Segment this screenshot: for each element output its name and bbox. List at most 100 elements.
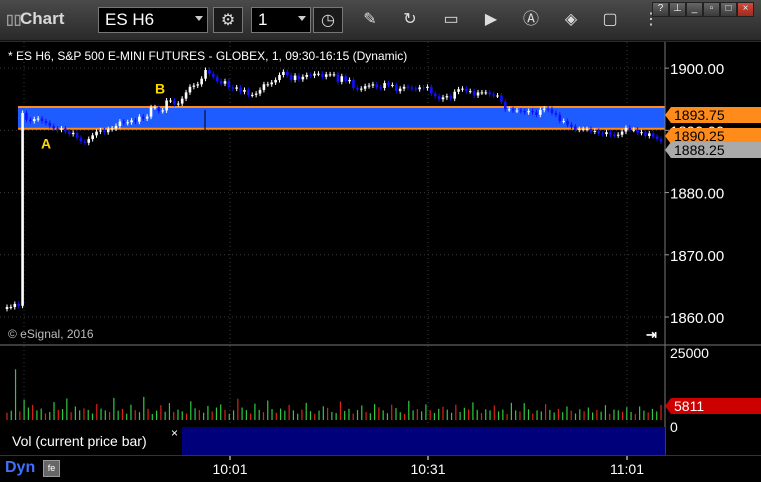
candle	[258, 89, 262, 94]
candle	[577, 129, 581, 131]
candle	[289, 74, 293, 80]
gear-icon: ⚙	[220, 12, 236, 29]
help-icon: ?	[657, 3, 664, 14]
candle	[21, 112, 24, 306]
trade-button[interactable]: ◈	[556, 7, 586, 33]
close-button[interactable]: ×	[737, 2, 754, 17]
alert-button[interactable]: Ⓐ	[516, 7, 546, 33]
time-template-button[interactable]: ◷	[313, 7, 343, 33]
candle	[437, 96, 441, 100]
candle	[648, 133, 651, 136]
play-button[interactable]: ▶	[476, 7, 506, 33]
candle	[453, 91, 456, 99]
candle	[344, 76, 347, 82]
volume-title-panel[interactable]: Vol (current price bar) ×	[0, 426, 665, 455]
candle	[52, 125, 56, 129]
quote-icon: ▭	[443, 11, 459, 28]
drag-handle-icon[interactable]: ▯▯	[6, 11, 21, 28]
candle	[356, 88, 359, 90]
maximize-button[interactable]: □	[720, 2, 737, 17]
interval-input[interactable]: 1	[251, 7, 311, 33]
candle	[17, 303, 20, 306]
quote-button[interactable]: ▭	[436, 7, 466, 33]
candle	[157, 107, 161, 112]
volume-tag: 5811	[665, 398, 761, 414]
candle	[507, 109, 511, 111]
help-button[interactable]: ?	[652, 2, 669, 17]
candle	[644, 132, 647, 136]
volume-title: Vol (current price bar)	[12, 433, 147, 449]
price-tick-label: 1880.00	[670, 186, 724, 203]
candle	[118, 121, 122, 126]
candle	[640, 132, 643, 134]
chat-button[interactable]: ▢	[595, 7, 625, 33]
candle	[445, 96, 449, 98]
link-settings-button[interactable]: ⚙	[213, 7, 243, 33]
candle	[254, 93, 258, 95]
candle	[616, 134, 620, 136]
candle	[472, 91, 476, 96]
candle	[262, 84, 266, 90]
candle	[297, 75, 301, 80]
candle	[651, 133, 655, 137]
candle	[87, 139, 91, 143]
candle	[628, 127, 632, 130]
candle	[231, 87, 235, 89]
chevron-down-icon[interactable]	[298, 16, 306, 21]
time-axis[interactable]: 10:01 10:31 11:01	[0, 456, 761, 482]
minimize-button[interactable]: _	[686, 2, 703, 17]
candle	[659, 139, 663, 142]
candle	[601, 133, 604, 135]
volume-tick-label: 0	[670, 419, 678, 435]
candle	[414, 88, 418, 90]
price-tick-label: 1860.00	[670, 310, 724, 327]
candle	[247, 89, 250, 95]
pin-button[interactable]: ⊥	[669, 2, 686, 17]
candle	[612, 134, 616, 136]
chart-svg[interactable]: * ES H6, S&P 500 E-MINI FUTURES - GLOBEX…	[0, 42, 761, 455]
candle	[32, 119, 36, 122]
candle	[149, 107, 153, 117]
chevron-down-icon[interactable]	[195, 16, 203, 21]
candle	[71, 132, 75, 135]
candle	[122, 121, 126, 123]
price-tick-label: 1900.00	[670, 61, 724, 78]
clock-icon: ◷	[321, 12, 335, 29]
candle	[457, 89, 460, 92]
candle	[484, 92, 488, 94]
refresh-button[interactable]: ↻	[395, 7, 425, 33]
candle	[527, 111, 530, 113]
scroll-to-end-button[interactable]: ⇥	[644, 326, 661, 342]
restore-button[interactable]: ▫	[703, 2, 720, 17]
draw-tool-button[interactable]: ✎	[355, 7, 385, 33]
chart-area[interactable]: * ES H6, S&P 500 E-MINI FUTURES - GLOBEX…	[0, 42, 761, 455]
candle	[243, 89, 246, 92]
volume-bars	[6, 369, 662, 420]
candle	[9, 307, 13, 309]
candle	[99, 130, 102, 132]
candle	[570, 124, 573, 127]
candle	[391, 84, 394, 86]
price-tag-current-text: 1888.25	[674, 142, 725, 158]
candle	[293, 75, 297, 80]
candle	[410, 87, 414, 89]
candle	[145, 116, 149, 119]
candle	[64, 128, 67, 132]
candle	[36, 118, 40, 120]
candle	[176, 103, 180, 105]
candles	[5, 67, 663, 312]
candle	[332, 74, 336, 76]
volume-axis: 25000 0	[670, 345, 709, 435]
price-tick-label: 1870.00	[670, 248, 724, 265]
candle	[208, 69, 211, 74]
candle	[371, 84, 375, 86]
symbol-input[interactable]: ES H6	[98, 7, 208, 33]
price-axis[interactable]: 1900.001890.001880.001870.001860.00	[665, 61, 724, 327]
maximize-icon: □	[725, 3, 732, 14]
close-icon[interactable]: ×	[171, 426, 178, 440]
candle	[56, 128, 59, 130]
play-icon: ▶	[484, 11, 498, 28]
candle	[165, 100, 168, 111]
candle	[223, 81, 227, 84]
candle	[620, 131, 624, 135]
